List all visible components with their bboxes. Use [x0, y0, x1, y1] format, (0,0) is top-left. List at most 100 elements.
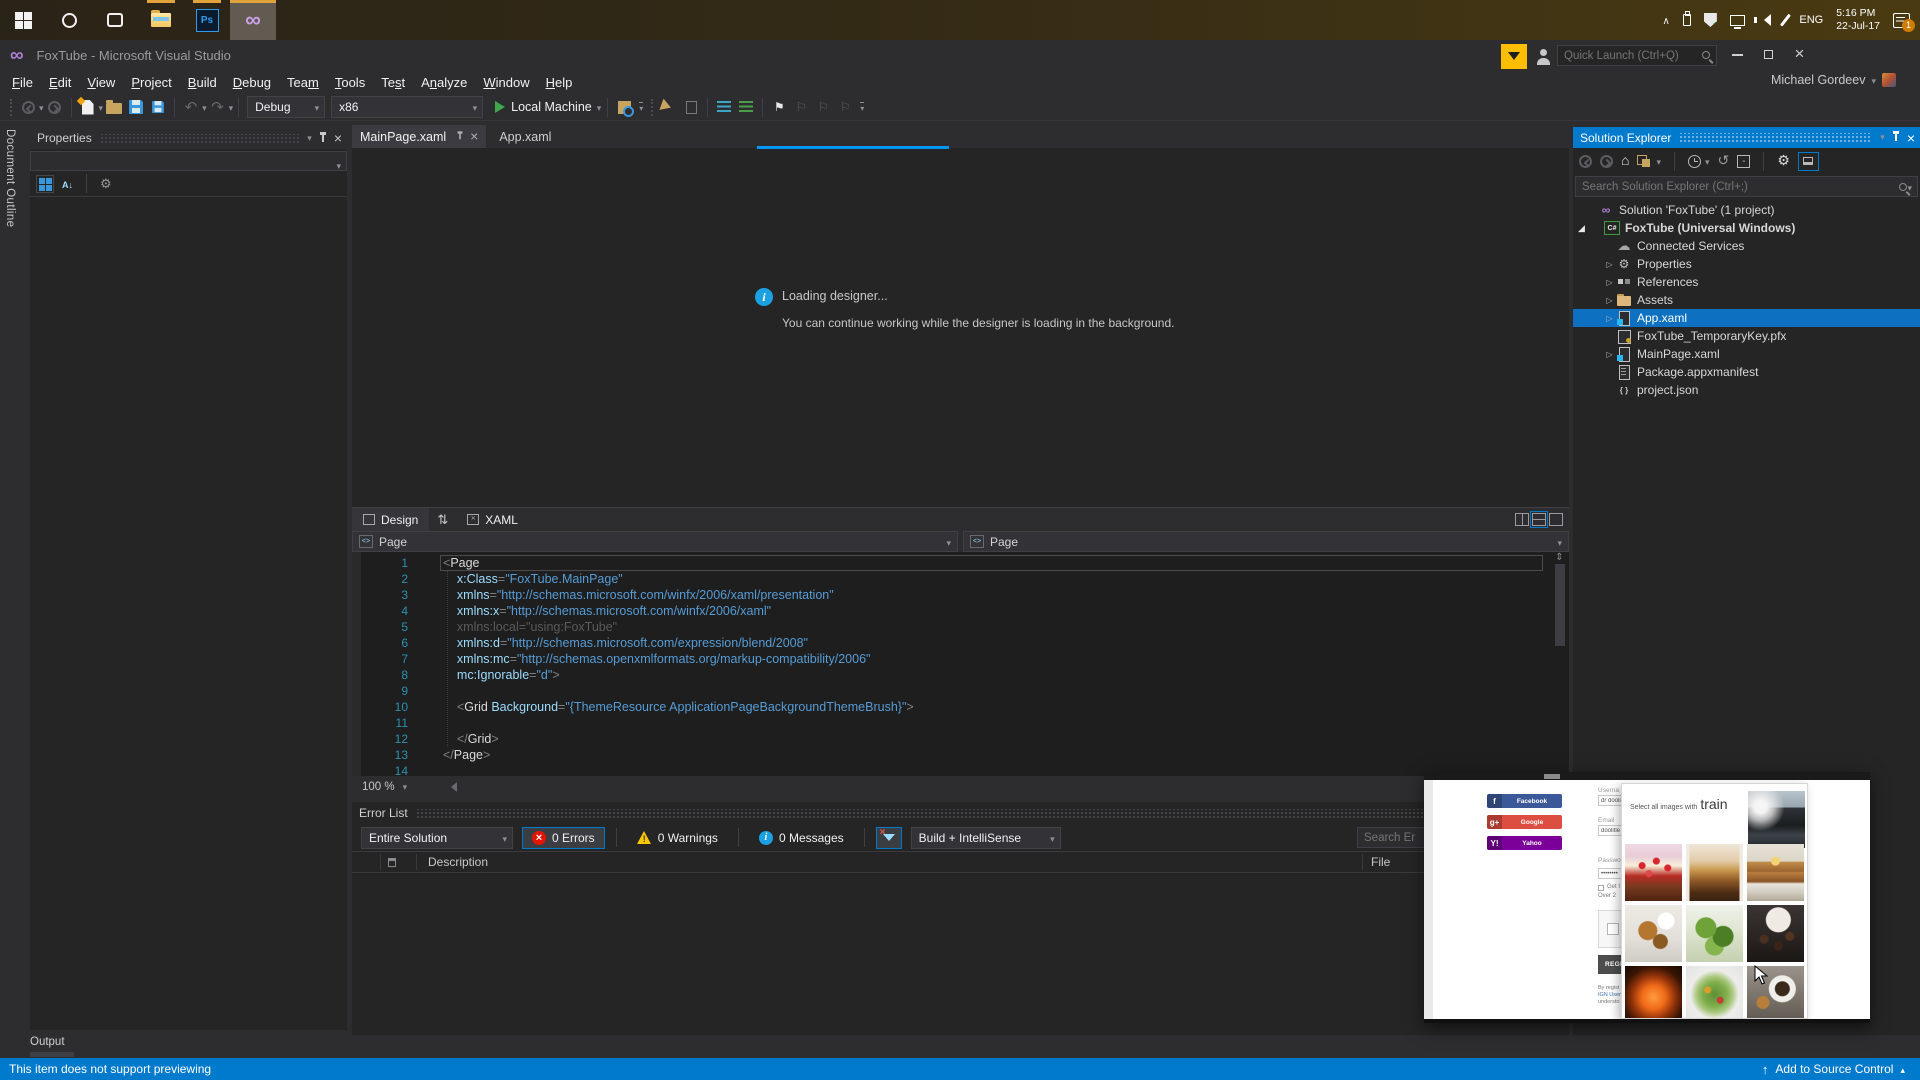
toggle-bookmark-button[interactable] — [769, 96, 789, 118]
document-outline-tab[interactable]: Document Outline — [4, 129, 16, 227]
menu-item-edit[interactable]: Edit — [41, 72, 79, 93]
menu-item-file[interactable]: File — [4, 72, 41, 93]
design-tab[interactable]: Design — [352, 507, 430, 532]
chevron-down-icon[interactable] — [1705, 152, 1710, 170]
photoshop-button[interactable]: Ps — [184, 0, 230, 40]
menu-item-window[interactable]: Window — [475, 72, 537, 93]
property-pages-icon[interactable] — [100, 175, 112, 193]
network-icon[interactable] — [1729, 14, 1745, 29]
show-all-files-icon[interactable] — [1797, 151, 1819, 171]
filter-button[interactable] — [875, 826, 902, 849]
security-shield-icon[interactable] — [1703, 13, 1717, 27]
breadcrumb-right[interactable]: Page — [963, 531, 1569, 552]
outdent-button[interactable] — [736, 96, 756, 118]
drag-texture[interactable] — [415, 808, 1556, 818]
new-file-button[interactable] — [76, 96, 98, 118]
vertical-scrollbar[interactable] — [1555, 564, 1565, 646]
swap-panes-button[interactable] — [429, 511, 456, 529]
file-explorer-button[interactable] — [138, 0, 184, 40]
messages-filter-button[interactable]: 0 Messages — [750, 827, 853, 849]
breadcrumb-left[interactable]: Page — [352, 531, 958, 552]
expander-icon[interactable]: ▷ — [1603, 350, 1616, 359]
horizontal-split-icon[interactable] — [1530, 511, 1548, 528]
drag-texture[interactable] — [1679, 133, 1873, 142]
language-indicator[interactable]: ENG — [1799, 14, 1823, 26]
captcha-tile-breakfast-plate[interactable] — [1625, 905, 1682, 962]
collapse-all-icon[interactable] — [1737, 154, 1751, 168]
google-login-button[interactable]: g+ Google — [1487, 815, 1562, 829]
close-icon[interactable] — [334, 133, 342, 143]
properties-object-dropdown[interactable] — [30, 151, 347, 171]
solution-explorer-search-input[interactable] — [1576, 177, 1900, 196]
start-button[interactable] — [0, 0, 46, 40]
code-line-5[interactable]: 5 xmlns:local="using:FoxTube" — [352, 619, 1569, 635]
code-editor[interactable]: 1 <Page 2 x:Class="FoxTube.MainPage" 3 xmln… — [352, 552, 1569, 778]
feedback-person-icon[interactable] — [1536, 49, 1552, 65]
tree-item-solution-foxtube-1-project[interactable]: Solution 'FoxTube' (1 project) — [1573, 201, 1920, 219]
tree-item-app-xaml[interactable]: ▷ App.xaml — [1573, 309, 1920, 327]
expander-icon[interactable]: ▷ — [1603, 296, 1616, 305]
usb-tray-icon[interactable] — [1682, 11, 1691, 26]
captcha-tile-salad-bowl[interactable] — [1686, 966, 1743, 1018]
task-view-button[interactable] — [92, 0, 138, 40]
alphabetical-sort-icon[interactable] — [62, 175, 73, 193]
output-tool-tab[interactable]: Output — [30, 1036, 74, 1057]
home-icon[interactable] — [1621, 152, 1629, 170]
cortana-button[interactable] — [46, 0, 92, 40]
volume-icon[interactable] — [1753, 14, 1771, 26]
undo-button[interactable] — [181, 96, 201, 118]
description-column-header[interactable]: Description — [428, 855, 488, 869]
code-line-8[interactable]: 8 mc:Ignorable="d"> — [352, 667, 1569, 683]
captcha-tile-pancakes[interactable] — [1747, 844, 1804, 901]
clear-bookmarks-button[interactable] — [835, 96, 855, 118]
build-intellisense-dropdown[interactable]: Build + IntelliSense — [910, 826, 1061, 849]
menu-item-build[interactable]: Build — [180, 72, 225, 93]
code-line-7[interactable]: 7 xmlns:mc="http://schemas.openxmlformat… — [352, 651, 1569, 667]
tree-item-assets[interactable]: ▷ Assets — [1573, 291, 1920, 309]
save-all-button[interactable] — [148, 96, 168, 118]
code-line-11[interactable]: 11 — [352, 715, 1569, 731]
switch-views-icon[interactable] — [1637, 154, 1652, 168]
minimize-button[interactable] — [1722, 40, 1753, 69]
menu-item-team[interactable]: Team — [279, 72, 327, 93]
close-tab-icon[interactable] — [470, 130, 478, 144]
warnings-filter-button[interactable]: 0 Warnings — [628, 827, 727, 849]
captcha-tile-fruit-basket[interactable] — [1625, 966, 1682, 1018]
visual-studio-taskbar-button[interactable] — [230, 0, 276, 40]
chevron-down-icon[interactable] — [1656, 152, 1661, 170]
menu-item-help[interactable]: Help — [538, 72, 581, 93]
window-position-icon[interactable] — [307, 133, 312, 144]
yahoo-login-button[interactable]: Y! Yahoo — [1487, 836, 1562, 850]
close-button[interactable] — [1784, 40, 1815, 69]
attach-to-process-button[interactable] — [614, 96, 634, 118]
tree-item-foxtube-universal-windows[interactable]: ◢ FoxTube (Universal Windows) — [1573, 219, 1920, 237]
menu-item-analyze[interactable]: Analyze — [413, 72, 475, 93]
feedback-flag-button[interactable] — [1501, 44, 1527, 69]
expander-icon[interactable]: ▷ — [1603, 314, 1616, 323]
prev-bookmark-button[interactable] — [791, 96, 811, 118]
back-icon[interactable] — [1579, 154, 1592, 168]
redo-dropdown-icon[interactable] — [229, 98, 234, 116]
pending-changes-icon[interactable] — [1688, 154, 1701, 168]
code-line-1[interactable]: 1 <Page — [352, 555, 1569, 571]
recaptcha-checkbox[interactable] — [1607, 923, 1619, 935]
back-dropdown-icon[interactable] — [39, 98, 44, 116]
toolbar-grip[interactable] — [10, 98, 13, 116]
undo-dropdown-icon[interactable] — [202, 98, 207, 116]
copy-markup-button[interactable] — [681, 96, 702, 118]
tree-item-references[interactable]: ▷ References — [1573, 273, 1920, 291]
xaml-tab[interactable]: XAML — [456, 508, 529, 532]
configuration-dropdown[interactable]: Debug — [247, 96, 326, 118]
expander-icon[interactable]: ▷ — [1603, 278, 1616, 287]
tray-expand-icon[interactable] — [1663, 11, 1670, 29]
scroll-left-icon[interactable] — [446, 782, 457, 792]
menu-item-tools[interactable]: Tools — [327, 72, 373, 93]
code-line-6[interactable]: 6 xmlns:d="http://schemas.microsoft.com/… — [352, 635, 1569, 651]
restore-button[interactable] — [1753, 40, 1784, 69]
tree-item-package-appxmanifest[interactable]: Package.appxmanifest — [1573, 363, 1920, 381]
facebook-login-button[interactable]: f Facebook — [1487, 794, 1562, 808]
captcha-tile-salad[interactable] — [1686, 905, 1743, 962]
add-to-source-control[interactable]: Add to Source Control — [1762, 1062, 1920, 1077]
new-file-dropdown-icon[interactable] — [99, 98, 104, 116]
tree-item-mainpage-xaml[interactable]: ▷ MainPage.xaml — [1573, 345, 1920, 363]
